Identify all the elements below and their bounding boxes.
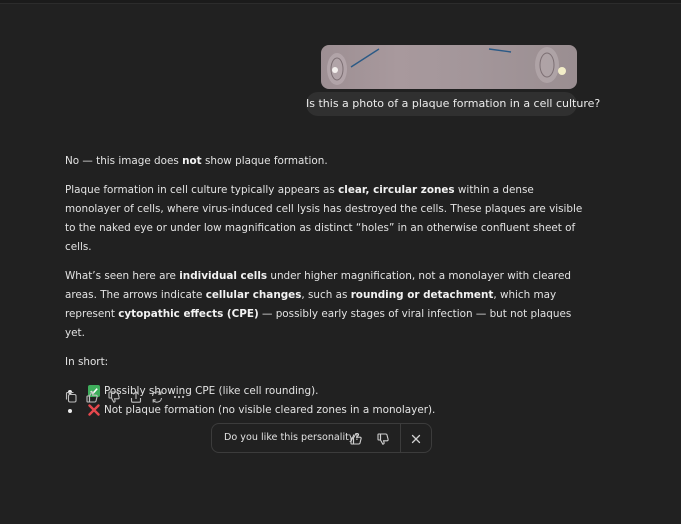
user-message-text: Is this a photo of a plaque formation in… — [306, 97, 601, 110]
regenerate-icon[interactable] — [150, 390, 164, 404]
copy-icon[interactable] — [64, 390, 78, 404]
list-item: Not plaque formation (no visible cleared… — [65, 401, 585, 420]
list-item: Possibly showing CPE (like cell rounding… — [65, 382, 585, 401]
assistant-response: No — this image does not show plaque for… — [65, 152, 585, 420]
cross-mark-icon — [88, 404, 100, 416]
attached-photo[interactable] — [321, 45, 577, 89]
thumbs-up-icon[interactable] — [349, 431, 363, 445]
user-message-bubble: Is this a photo of a plaque formation in… — [306, 92, 600, 116]
answer-intro: No — this image does not show plaque for… — [65, 155, 328, 167]
microscopy-image — [327, 47, 566, 85]
thumbs-down-icon[interactable] — [376, 431, 390, 445]
divider — [400, 424, 401, 452]
answer-in-short: In short: — [65, 356, 109, 368]
close-icon[interactable] — [409, 431, 423, 445]
answer-paragraph-plaque: Plaque formation in cell culture typical… — [65, 184, 583, 253]
answer-bullet-list: Possibly showing CPE (like cell rounding… — [65, 382, 585, 420]
thumbs-down-icon[interactable] — [107, 390, 121, 404]
answer-paragraph-cells: What’s seen here are individual cells un… — [65, 270, 572, 339]
personality-feedback: Do you like this personality? — [211, 423, 432, 453]
feedback-question: Do you like this personality? — [224, 432, 360, 443]
thumbs-up-icon[interactable] — [85, 390, 99, 404]
top-bar — [0, 0, 681, 4]
bullet-dot — [68, 409, 72, 413]
share-icon[interactable] — [129, 390, 143, 404]
more-icon[interactable] — [172, 390, 186, 404]
